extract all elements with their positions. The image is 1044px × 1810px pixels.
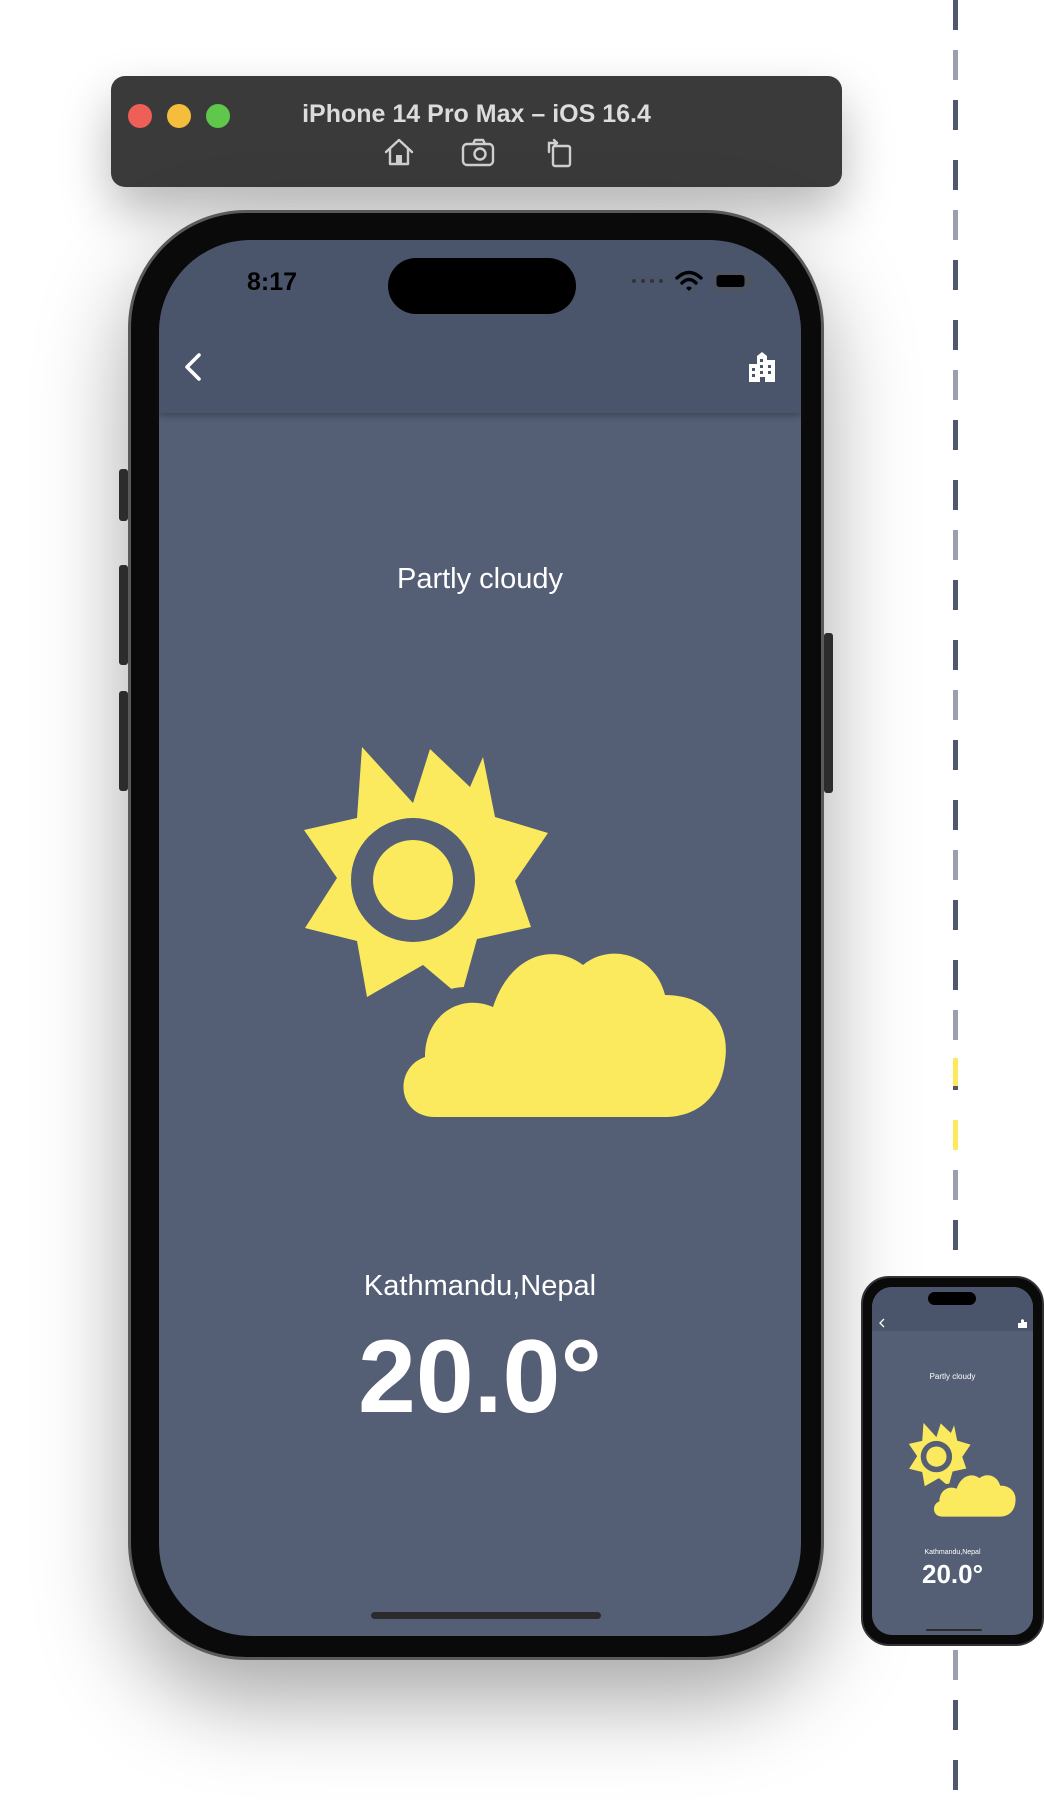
mini-dynamic-island [928, 1292, 976, 1305]
simulator-toolbar [381, 134, 577, 170]
location-label: Kathmandu,Nepal [363, 1270, 597, 1302]
status-icons [631, 270, 753, 292]
wifi-icon [675, 270, 703, 291]
city-icon[interactable] [747, 350, 781, 384]
mini-phone-preview[interactable]: Partly cloudy Kathmandu,Nepal 20.0° [861, 1276, 1044, 1646]
screenshot-icon[interactable] [461, 134, 497, 170]
mini-home-indicator [926, 1629, 982, 1631]
mini-city-icon [1018, 1315, 1027, 1328]
status-time: 8:17 [247, 268, 298, 296]
phone-screen: 8:17 Partly cloudy Kathmandu,Nepal 20.0° [159, 240, 801, 1636]
volume-down-button [119, 691, 128, 791]
weather-description: Partly cloudy [396, 563, 563, 595]
battery-icon [713, 271, 752, 291]
dynamic-island [388, 258, 576, 314]
rotate-icon[interactable] [541, 134, 577, 170]
partly-cloudy-icon [285, 745, 759, 1129]
volume-up-button [119, 565, 128, 665]
simulator-title: iPhone 14 Pro Max – iOS 16.4 [302, 100, 651, 128]
simulator-title-bar[interactable]: iPhone 14 Pro Max – iOS 16.4 [111, 76, 842, 187]
cellular-icon [632, 279, 663, 283]
temperature-value: 20.0° [357, 1319, 602, 1435]
mini-partly-cloudy-icon [904, 1422, 1024, 1520]
mini-chevron-left-icon [878, 1315, 888, 1328]
mini-phone-screen: Partly cloudy Kathmandu,Nepal 20.0° [872, 1287, 1033, 1635]
power-button [824, 633, 833, 793]
mini-temperature-value: 20.0° [921, 1559, 983, 1589]
mini-weather-description: Partly cloudy [929, 1372, 976, 1381]
action-button [119, 469, 128, 521]
mini-location-label: Kathmandu,Nepal [924, 1549, 981, 1556]
home-icon[interactable] [381, 134, 417, 170]
home-indicator[interactable] [371, 1612, 601, 1619]
chevron-left-icon[interactable] [177, 349, 213, 385]
iphone-frame: 8:17 Partly cloudy Kathmandu,Nepal 20.0° [119, 210, 833, 1660]
